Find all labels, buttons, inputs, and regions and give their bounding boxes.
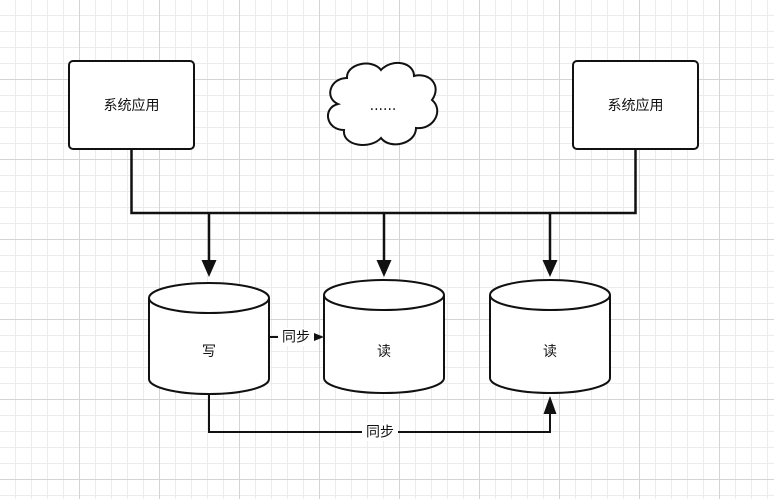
db-write[interactable]: 写	[148, 282, 270, 395]
app-node-right[interactable]: 系统应用	[572, 60, 699, 150]
db-write-body	[148, 282, 270, 395]
arrowhead	[542, 260, 558, 277]
arrowhead	[376, 260, 392, 277]
app-node-left[interactable]: 系统应用	[68, 60, 195, 150]
sync-label-2: 同步	[366, 425, 394, 441]
sync-write-to-read1: 同步	[269, 328, 324, 346]
bus-connector	[130, 149, 637, 215]
cloud-node-label: ......	[370, 98, 397, 114]
app-node-left-label: 系统应用	[104, 97, 160, 114]
db-read-2[interactable]: 读	[489, 279, 611, 394]
app-node-right-label: 系统应用	[608, 97, 664, 114]
sync-write-to-read2: 同步	[208, 394, 557, 441]
arrowhead	[314, 333, 324, 341]
arrowhead	[201, 260, 217, 277]
db-read-2-body	[489, 279, 611, 394]
cloud-node[interactable]: ......	[327, 61, 439, 146]
sync-label-1: 同步	[282, 330, 310, 346]
arrowhead	[543, 396, 557, 414]
db-read-1-label: 读	[377, 343, 391, 360]
db-write-label: 写	[202, 344, 216, 360]
db-read-1[interactable]: 读	[323, 279, 445, 394]
db-read-2-label: 读	[543, 343, 557, 360]
drop-to-write-db	[201, 213, 217, 277]
db-read-1-body	[323, 279, 445, 394]
drop-to-read-db-1	[376, 213, 392, 277]
diagram-canvas: 系统应用 系统应用 ...... 写 读 读 同步 同步	[68, 60, 699, 441]
drop-to-read-db-2	[542, 213, 558, 277]
